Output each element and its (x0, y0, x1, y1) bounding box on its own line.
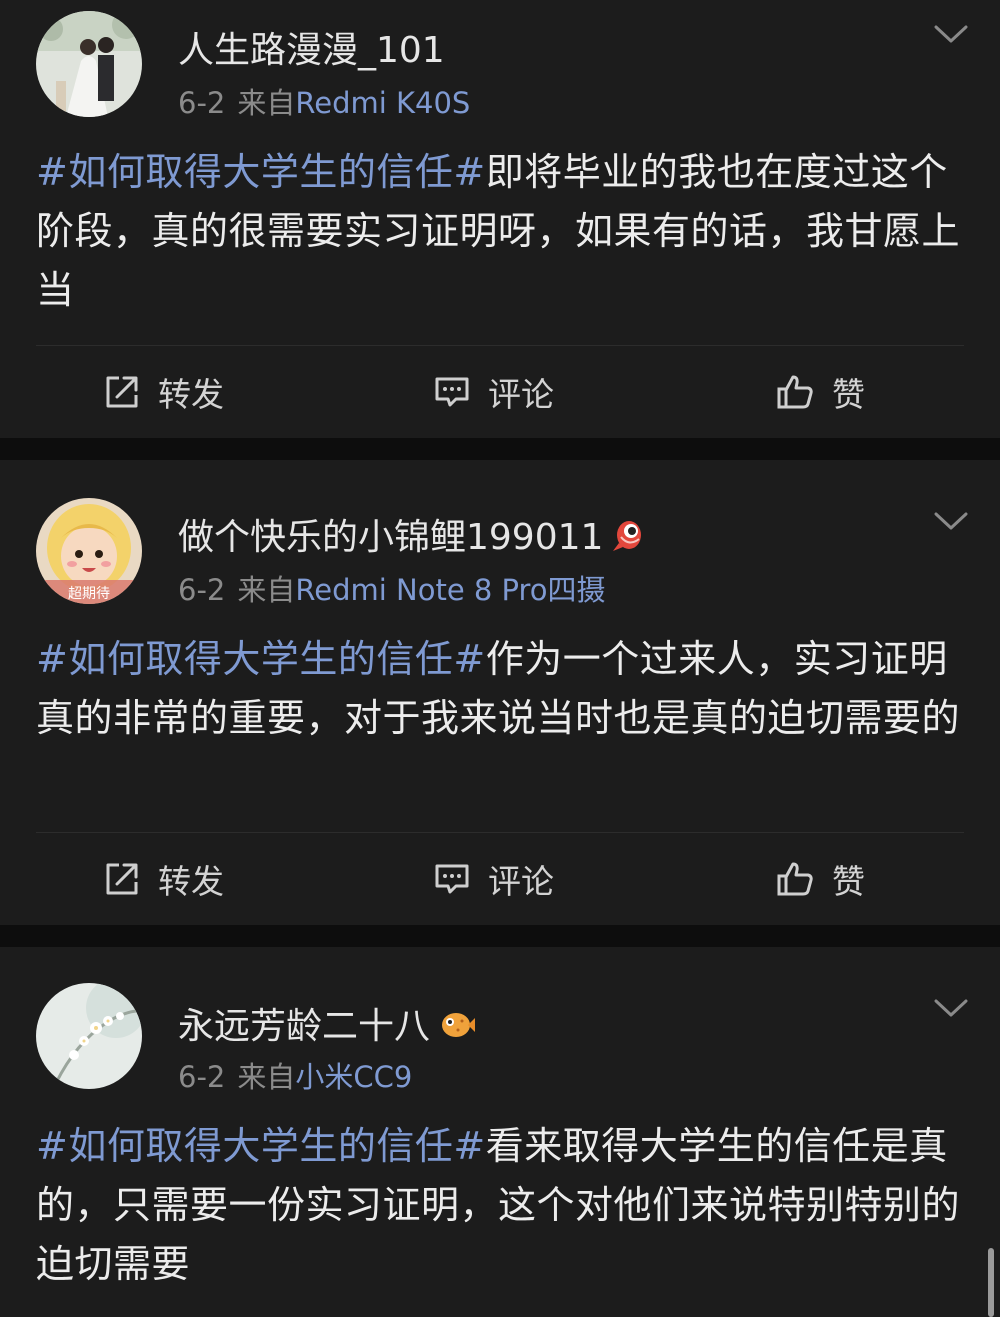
thumbs-up-icon (777, 862, 813, 896)
post-content: #如何取得大学生的信任#即将毕业的我也在度过这个阶段，真的很需要实习证明呀，如果… (36, 143, 966, 320)
post-content: #如何取得大学生的信任#作为一个过来人，实习证明真的非常的重要，对于我来说当时也… (36, 630, 966, 748)
comment-label: 评论 (488, 375, 554, 414)
divider (36, 832, 964, 833)
divider (36, 345, 964, 346)
post-meta: 6-2 来自Redmi K40S (178, 80, 470, 122)
comment-button[interactable]: 评论 (434, 357, 554, 427)
username-text: 永远芳龄二十八 (178, 1006, 431, 1047)
comment-icon (435, 864, 469, 894)
repost-label: 转发 (158, 862, 224, 901)
flower-photo-avatar-icon (36, 983, 142, 1089)
post-content: #如何取得大学生的信任#看来取得大学生的信任是真的，只需要一份实习证明，这个对他… (36, 1117, 966, 1294)
username-text: 做个快乐的小锦鲤199011 (178, 517, 604, 558)
post-date: 6-2 (178, 1060, 226, 1094)
username[interactable]: 人生路漫漫_101 (178, 21, 445, 73)
device-link[interactable]: Redmi K40S (295, 86, 470, 120)
cartoon-girl-avatar-icon: 超期待 (36, 498, 142, 604)
weibo-post[interactable]: 永远芳龄二十八 6-2 来自小米CC9 #如何取得大学生的信任#看来取得大学生的信… (0, 947, 1000, 1317)
source-prefix: 来自 (237, 86, 296, 120)
username-text: 人生路漫漫_101 (178, 30, 445, 71)
scrollbar[interactable] (988, 1248, 994, 1317)
repost-button[interactable]: 转发 (104, 844, 224, 914)
topic-hashtag-link[interactable]: #如何取得大学生的信任# (36, 1124, 486, 1168)
post-meta: 6-2 来自小米CC9 (178, 1054, 412, 1096)
user-avatar[interactable] (36, 11, 142, 117)
chevron-down-icon[interactable] (934, 24, 968, 44)
user-avatar[interactable]: 超期待 (36, 498, 142, 604)
like-label: 赞 (832, 862, 865, 901)
topic-hashtag-link[interactable]: #如何取得大学生的信任# (36, 637, 486, 681)
repost-label: 转发 (158, 375, 224, 414)
like-button[interactable]: 赞 (776, 357, 865, 427)
chevron-down-icon[interactable] (934, 511, 968, 531)
like-label: 赞 (832, 375, 865, 414)
like-button[interactable]: 赞 (776, 844, 865, 914)
post-date: 6-2 (178, 573, 226, 607)
post-date: 6-2 (178, 86, 226, 120)
weibo-post[interactable]: 超期待 做个快乐的小锦鲤199011 6-2 来自Redmi Note 8 Pro… (0, 460, 1000, 925)
repost-icon (106, 376, 138, 408)
user-avatar[interactable] (36, 983, 142, 1089)
source-prefix: 来自 (237, 1060, 296, 1094)
repost-icon (106, 863, 138, 895)
post-meta: 6-2 来自Redmi Note 8 Pro四摄 (178, 567, 606, 609)
username[interactable]: 永远芳龄二十八 (178, 997, 476, 1051)
avatar-caption: 超期待 (68, 586, 110, 602)
thumbs-up-icon (777, 375, 813, 409)
weibo-post[interactable]: 人生路漫漫_101 6-2 来自Redmi K40S #如何取得大学生的信任#即将… (0, 0, 1000, 438)
action-bar: 转发 评论 赞 (0, 844, 1000, 914)
pufferfish-badge-icon (438, 1006, 476, 1051)
device-link[interactable]: Redmi Note 8 Pro四摄 (295, 573, 605, 607)
device-link[interactable]: 小米CC9 (295, 1060, 412, 1094)
comment-label: 评论 (488, 862, 554, 901)
chevron-down-icon[interactable] (934, 998, 968, 1018)
topic-hashtag-link[interactable]: #如何取得大学生的信任# (36, 150, 486, 194)
username[interactable]: 做个快乐的小锦鲤199011 (178, 508, 647, 562)
repost-button[interactable]: 转发 (104, 357, 224, 427)
comment-icon (435, 377, 469, 407)
koi-fish-badge-icon (611, 517, 647, 562)
source-prefix: 来自 (237, 573, 296, 607)
action-bar: 转发 评论 赞 (0, 357, 1000, 427)
comment-button[interactable]: 评论 (434, 844, 554, 914)
wedding-photo-avatar-icon (36, 11, 142, 117)
